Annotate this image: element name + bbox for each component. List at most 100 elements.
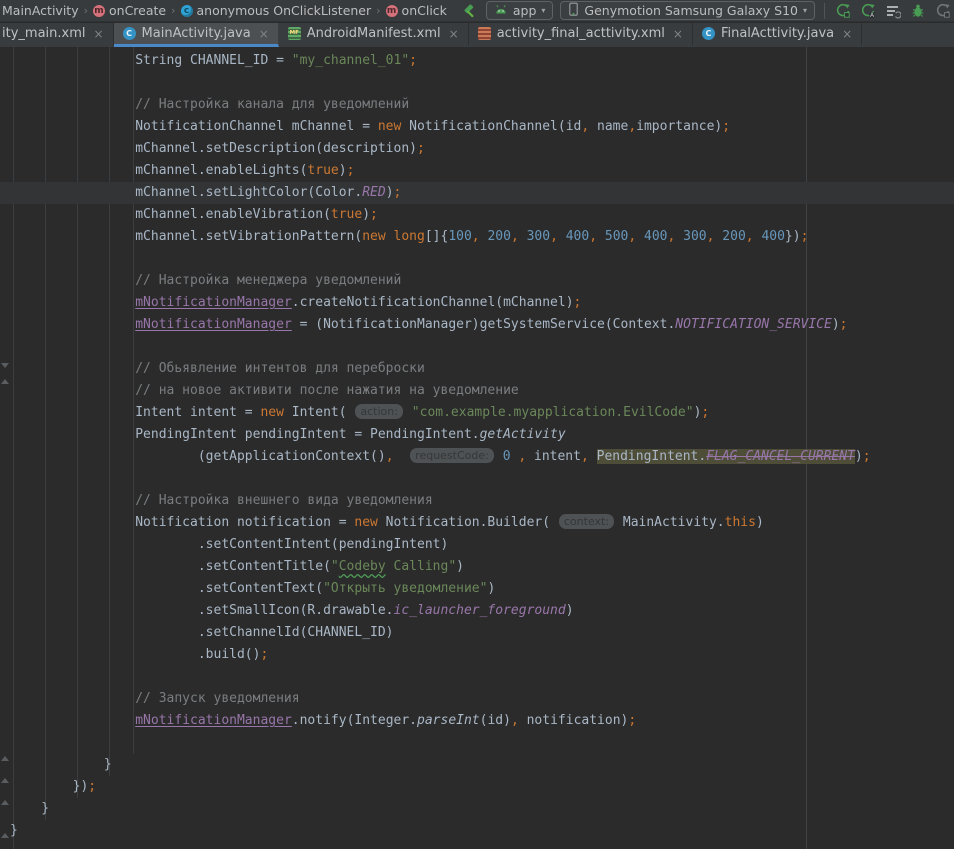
fold-marker-icon[interactable] <box>1 778 9 783</box>
breadcrumb: MainActivity › m onCreate › c anonymous … <box>2 0 447 21</box>
code-line[interactable]: // Настройка внешнего вида уведомления <box>0 490 954 512</box>
fold-marker-icon[interactable] <box>1 756 9 761</box>
device-icon <box>568 2 579 20</box>
code-line[interactable]: } <box>0 820 954 842</box>
code-line[interactable]: mChannel.setDescription(description); <box>0 138 954 160</box>
android-icon <box>494 3 508 18</box>
code-line[interactable]: .setSmallIcon(R.drawable.ic_launcher_for… <box>0 600 954 622</box>
ide-window: MainActivity › m onCreate › c anonymous … <box>0 0 954 849</box>
code-line[interactable]: mNotificationManager.notify(Integer.pars… <box>0 710 954 732</box>
editor-tab[interactable]: C FinalActtivity.java × <box>693 23 862 47</box>
editor-tab[interactable]: MF AndroidManifest.xml × <box>279 23 469 47</box>
tab-label: ity_main.xml <box>2 26 85 41</box>
run-config-select[interactable]: app ▾ <box>486 1 554 20</box>
code-line[interactable]: mNotificationManager = (NotificationMana… <box>0 314 954 336</box>
breadcrumb-item[interactable]: › m onCreate <box>79 0 167 21</box>
fold-marker-icon[interactable] <box>1 363 9 368</box>
code-line[interactable]: mChannel.setLightColor(Color.RED); <box>0 182 954 204</box>
symbol-icon: m <box>386 5 398 17</box>
toolbar-right: app ▾ Genymotion Samsung Galaxy S10 ▾ <box>461 1 952 20</box>
chevron-separator-icon: › <box>171 4 175 17</box>
code-line[interactable] <box>0 468 954 490</box>
code-line[interactable]: .setContentIntent(pendingIntent) <box>0 534 954 556</box>
code-line[interactable]: // на новое активити после нажатия на ув… <box>0 380 954 402</box>
chevron-separator-icon: › <box>84 4 88 17</box>
fold-marker-icon[interactable] <box>1 379 9 384</box>
fold-marker-icon[interactable] <box>1 800 9 805</box>
code-line[interactable] <box>0 248 954 270</box>
tab-label: activity_final_acttivity.xml <box>497 26 665 41</box>
code-line[interactable]: // Настройка менеджера уведомлений <box>0 270 954 292</box>
chevron-down-icon: ▾ <box>803 6 807 15</box>
code-line[interactable]: // Запуск уведомления <box>0 688 954 710</box>
code-line[interactable]: .setContentText("Открыть уведомление") <box>0 578 954 600</box>
close-tab-icon[interactable]: × <box>259 27 269 41</box>
breadcrumb-label: anonymous OnClickListener <box>197 3 372 18</box>
apply-code-changes-icon[interactable]: A <box>859 2 877 20</box>
code-line[interactable]: } <box>0 798 954 820</box>
code-line[interactable]: mNotificationManager.createNotificationC… <box>0 292 954 314</box>
tab-label: MainActivity.java <box>142 26 251 41</box>
device-select[interactable]: Genymotion Samsung Galaxy S10 ▾ <box>560 1 815 20</box>
breadcrumb-label: MainActivity <box>2 3 79 18</box>
code-line[interactable]: PendingIntent pendingIntent = PendingInt… <box>0 424 954 446</box>
editor-tabs: ity_main.xml × C MainActivity.java × MF … <box>0 23 954 47</box>
navigation-bar: MainActivity › m onCreate › c anonymous … <box>0 0 954 22</box>
code-line[interactable]: mChannel.enableVibration(true); <box>0 204 954 226</box>
editor-tab[interactable]: ity_main.xml × <box>0 23 114 47</box>
fold-marker-icon[interactable] <box>1 833 9 838</box>
breadcrumb-label: onCreate <box>109 3 166 18</box>
code-line[interactable]: .setContentTitle("Codeby Calling") <box>0 556 954 578</box>
code-line[interactable]: }); <box>0 776 954 798</box>
code-line[interactable]: NotificationChannel mChannel = new Notif… <box>0 116 954 138</box>
breadcrumb-item[interactable]: MainActivity <box>2 0 79 21</box>
device-label: Genymotion Samsung Galaxy S10 <box>584 3 798 18</box>
breadcrumb-item[interactable]: › c anonymous OnClickListener <box>166 0 371 21</box>
param-hint-chip: action: <box>355 404 403 419</box>
attach-debugger-icon[interactable] <box>934 2 952 20</box>
code-line[interactable]: Notification notification = new Notifica… <box>0 512 954 534</box>
close-tab-icon[interactable]: × <box>449 27 459 41</box>
code-line[interactable]: String CHANNEL_ID = "my_channel_01"; <box>0 50 954 72</box>
code-line[interactable]: .setChannelId(CHANNEL_ID) <box>0 622 954 644</box>
breadcrumb-label: onClick <box>402 3 447 18</box>
close-tab-icon[interactable]: × <box>842 27 852 41</box>
profiler-icon[interactable] <box>884 2 902 20</box>
code-line[interactable] <box>0 732 954 754</box>
chevron-down-icon: ▾ <box>541 6 545 15</box>
breadcrumb-item[interactable]: › m onClick <box>371 0 447 21</box>
tab-label: AndroidManifest.xml <box>307 26 441 41</box>
editor-tab[interactable]: C MainActivity.java × <box>114 23 279 47</box>
code-line[interactable]: mChannel.setVibrationPattern(new long[]{… <box>0 226 954 248</box>
code-line[interactable]: (getApplicationContext(), requestCode: 0… <box>0 446 954 468</box>
toolbar-separator <box>824 3 825 19</box>
run-config-label: app <box>513 3 537 18</box>
debug-icon[interactable] <box>909 2 927 20</box>
file-type-icon <box>478 27 491 40</box>
build-hammer-icon[interactable] <box>461 2 479 20</box>
file-type-icon: C <box>123 27 136 40</box>
code-editor[interactable]: String CHANNEL_ID = "my_channel_01"; // … <box>0 47 954 849</box>
code-area[interactable]: String CHANNEL_ID = "my_channel_01"; // … <box>0 47 954 842</box>
code-line[interactable] <box>0 72 954 94</box>
rerun-activity-icon[interactable] <box>834 2 852 20</box>
close-tab-icon[interactable]: × <box>93 27 103 41</box>
code-line[interactable]: Intent intent = new Intent( action: "com… <box>0 402 954 424</box>
symbol-icon: m <box>93 5 105 17</box>
code-line[interactable]: .build(); <box>0 644 954 666</box>
code-line[interactable]: mChannel.enableLights(true); <box>0 160 954 182</box>
code-line[interactable]: // Настройка канала для уведомлений <box>0 94 954 116</box>
close-tab-icon[interactable]: × <box>673 27 683 41</box>
file-type-icon: C <box>702 27 715 40</box>
file-type-icon: MF <box>288 27 301 40</box>
editor-tab[interactable]: activity_final_acttivity.xml × <box>469 23 693 47</box>
param-hint-chip: requestCode: <box>410 448 494 463</box>
chevron-separator-icon: › <box>376 4 380 17</box>
code-line[interactable]: } <box>0 754 954 776</box>
tab-label: FinalActtivity.java <box>721 26 834 41</box>
code-line[interactable] <box>0 666 954 688</box>
code-line[interactable] <box>0 336 954 358</box>
param-hint-chip: context: <box>559 514 614 529</box>
symbol-icon: c <box>181 5 193 17</box>
code-line[interactable]: // Обьявление интентов для переброски <box>0 358 954 380</box>
